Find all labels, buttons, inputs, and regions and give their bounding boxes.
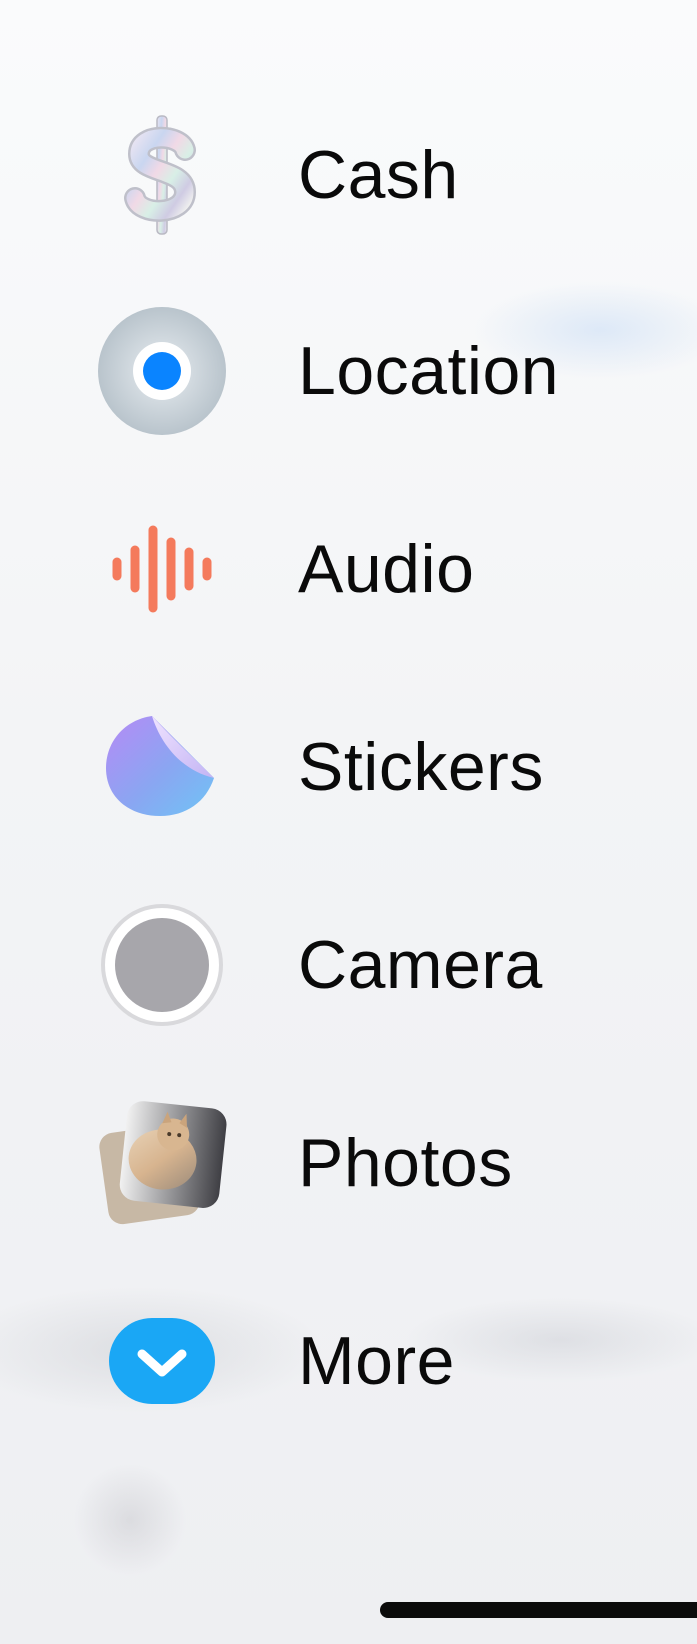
menu-item-cash[interactable]: Cash xyxy=(0,100,697,250)
more-button[interactable] xyxy=(92,1291,232,1431)
menu-item-camera[interactable]: Camera xyxy=(0,890,697,1040)
menu-item-label: More xyxy=(298,1323,455,1399)
audio-waveform-icon xyxy=(92,499,232,639)
menu-item-label: Camera xyxy=(298,927,543,1003)
dollar-sign-icon xyxy=(92,105,232,245)
sticker-icon xyxy=(92,697,232,837)
menu-item-stickers[interactable]: Stickers xyxy=(0,692,697,842)
menu-item-label: Cash xyxy=(298,137,459,213)
home-indicator[interactable] xyxy=(380,1602,697,1618)
location-pin-icon xyxy=(92,301,232,441)
menu-item-location[interactable]: Location xyxy=(0,296,697,446)
camera-shutter-icon xyxy=(92,895,232,1035)
chevron-down-icon xyxy=(109,1318,215,1404)
menu-item-photos[interactable]: Photos xyxy=(0,1088,697,1238)
menu-item-label: Audio xyxy=(298,531,475,607)
photos-stack-icon xyxy=(92,1093,232,1233)
menu-item-label: Photos xyxy=(298,1125,513,1201)
menu-item-audio[interactable]: Audio xyxy=(0,494,697,644)
menu-item-label: Stickers xyxy=(298,729,544,805)
menu-item-label: Location xyxy=(298,333,560,409)
menu-item-more[interactable]: More xyxy=(0,1286,697,1436)
